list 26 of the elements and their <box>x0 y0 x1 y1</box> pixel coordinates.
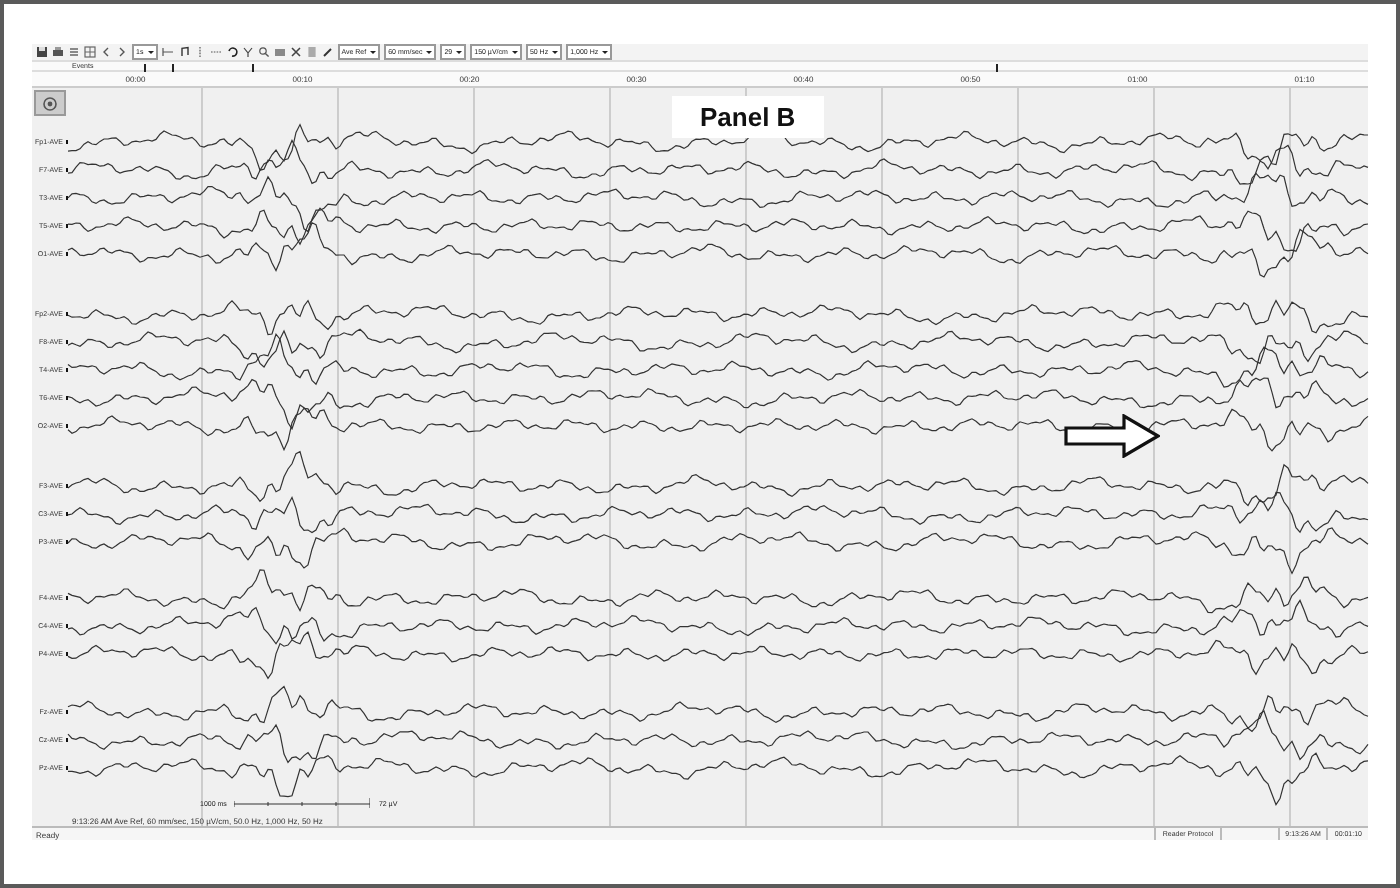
vertical-dots-icon[interactable] <box>193 46 206 58</box>
scale-bar <box>234 798 371 808</box>
event-marker <box>996 64 998 72</box>
event-marker <box>252 64 254 72</box>
caret-icon <box>552 48 559 56</box>
event-marker <box>172 64 174 72</box>
lines-icon[interactable] <box>68 46 80 58</box>
settings-button[interactable] <box>34 90 66 116</box>
zoom-icon[interactable] <box>257 46 270 58</box>
filter-icon[interactable] <box>241 46 254 58</box>
right-arrow-icon <box>1064 414 1160 458</box>
caret-icon <box>426 48 433 56</box>
undo-icon[interactable] <box>225 46 238 58</box>
grid-icon[interactable] <box>84 46 96 58</box>
save-icon[interactable] <box>36 46 48 58</box>
dotted-line-icon[interactable] <box>209 46 222 58</box>
panel-label: Panel B <box>672 96 824 138</box>
caret-icon <box>511 48 518 56</box>
caret-icon <box>602 48 609 56</box>
caret-icon <box>456 48 463 56</box>
pencil-icon[interactable] <box>321 46 334 58</box>
event-marker <box>144 64 146 72</box>
printer-icon[interactable] <box>52 46 64 58</box>
settings-icon <box>42 95 58 111</box>
caret-icon <box>147 48 154 56</box>
caret-icon <box>370 48 377 56</box>
